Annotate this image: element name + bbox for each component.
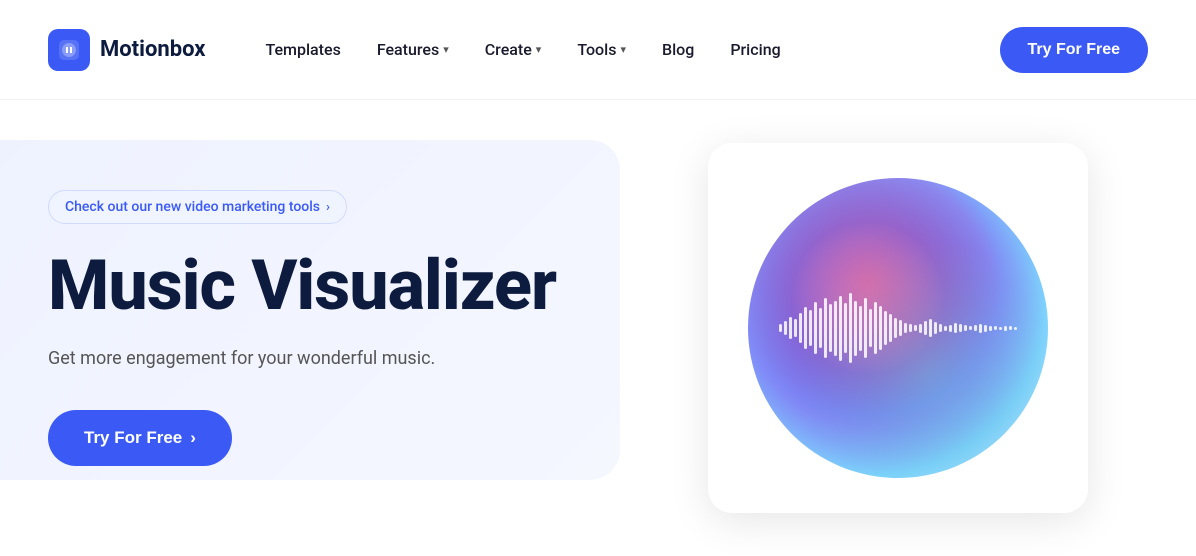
hero-title: Music Visualizer	[48, 248, 648, 325]
hero-section: Check out our new video marketing tools …	[0, 100, 1196, 556]
main-nav: Templates Features ▾ Create ▾ Tools ▾ Bl…	[265, 40, 999, 59]
nav-templates[interactable]: Templates	[265, 40, 340, 59]
tools-chevron-icon: ▾	[620, 43, 626, 56]
cta-arrow-icon: ›	[190, 428, 196, 448]
hero-cta-button[interactable]: Try For Free ›	[48, 410, 232, 466]
hero-badge[interactable]: Check out our new video marketing tools …	[48, 190, 347, 224]
header: Motionbox Templates Features ▾ Create ▾ …	[0, 0, 1196, 100]
create-chevron-icon: ▾	[536, 43, 542, 56]
nav-blog[interactable]: Blog	[662, 40, 694, 59]
features-chevron-icon: ▾	[443, 43, 449, 56]
nav-features[interactable]: Features ▾	[377, 40, 449, 59]
hero-subtitle: Get more engagement for your wonderful m…	[48, 345, 648, 374]
nav-create[interactable]: Create ▾	[485, 40, 542, 59]
header-cta-button[interactable]: Try For Free	[1000, 27, 1148, 73]
hero-image-area	[708, 143, 1088, 513]
badge-arrow-icon: ›	[326, 200, 330, 215]
logo-name: Motionbox	[100, 37, 205, 62]
hero-badge-text: Check out our new video marketing tools	[65, 199, 320, 215]
logo-icon	[48, 29, 90, 71]
nav-pricing[interactable]: Pricing	[730, 40, 780, 59]
visualizer-card	[708, 143, 1088, 513]
logo-link[interactable]: Motionbox	[48, 29, 205, 71]
nav-tools[interactable]: Tools ▾	[577, 40, 626, 59]
waveform-overlay	[748, 293, 1048, 363]
hero-content: Check out our new video marketing tools …	[48, 190, 648, 466]
visualizer-circle	[748, 178, 1048, 478]
